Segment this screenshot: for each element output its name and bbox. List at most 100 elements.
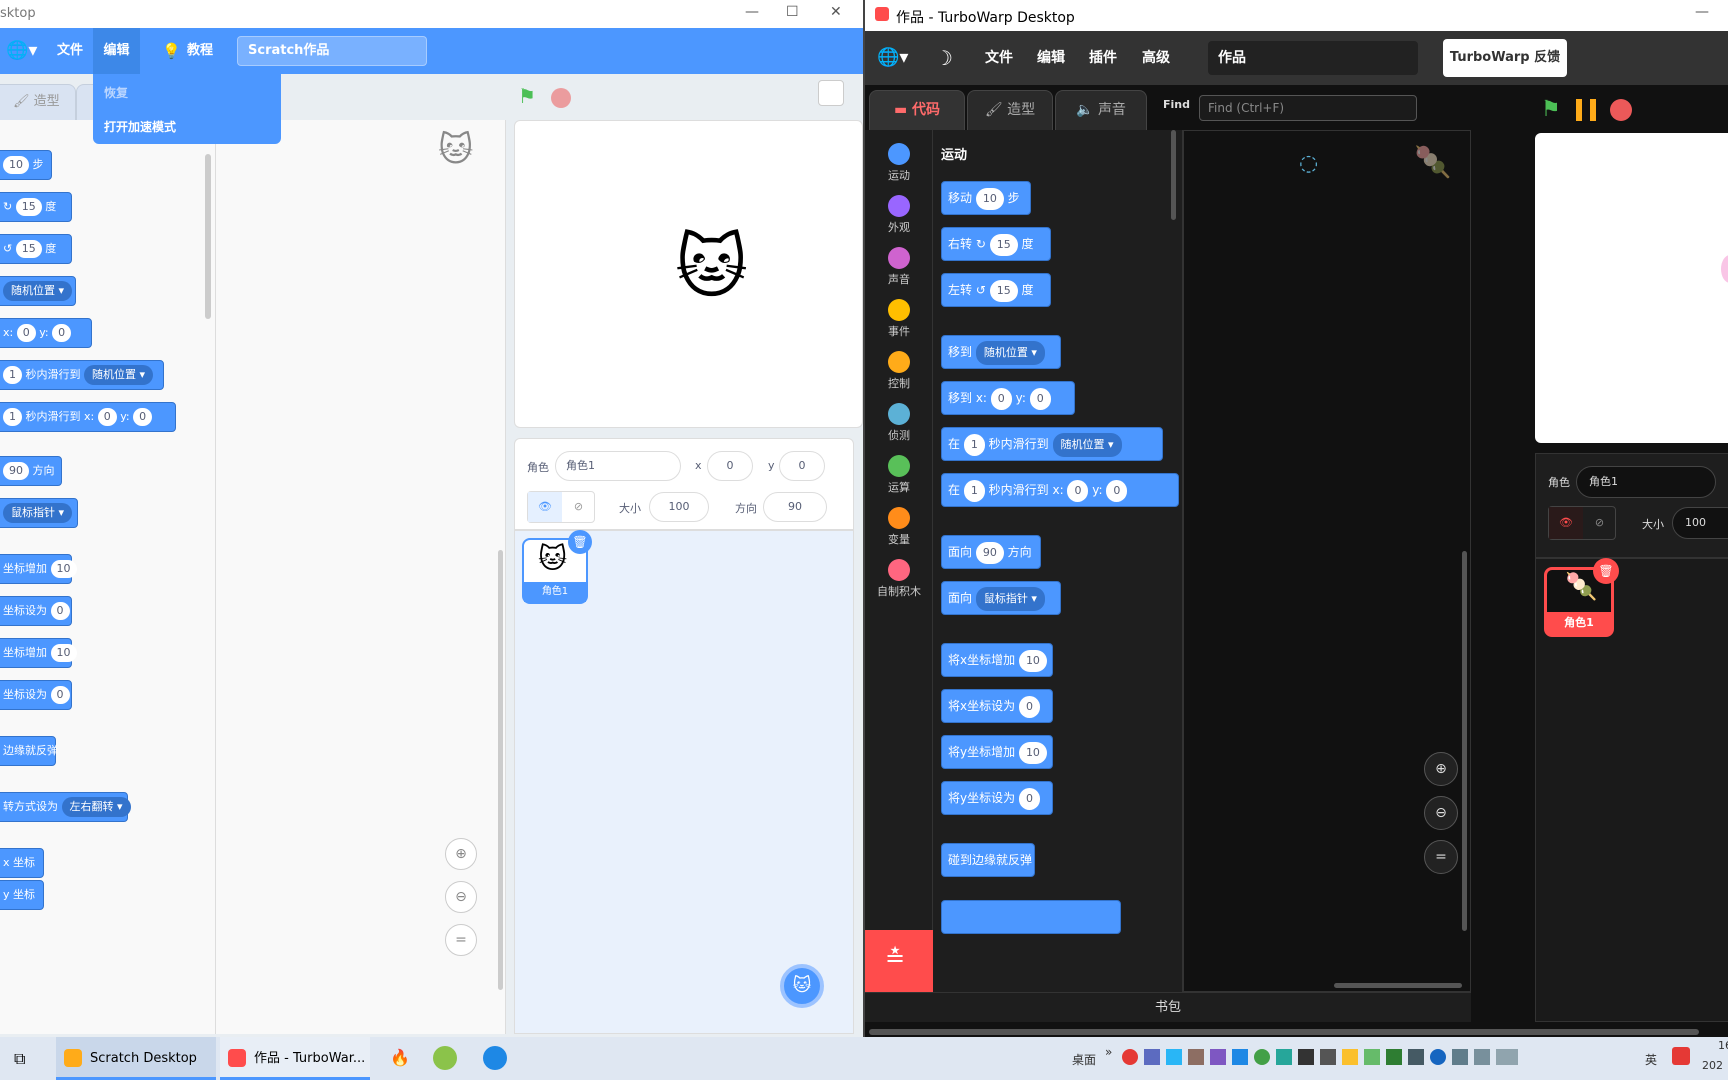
desktop-label[interactable]: 桌面 (1072, 1051, 1096, 1068)
block-change-x[interactable]: 将x坐标增加 10 (941, 643, 1053, 677)
tray-icon[interactable] (1232, 1049, 1248, 1065)
block-set-rotation-style[interactable] (941, 900, 1121, 934)
stop-icon[interactable] (1610, 99, 1632, 121)
menu-file[interactable]: 文件 (57, 28, 83, 74)
zoom-out-button[interactable]: ⊖ (1424, 796, 1458, 830)
zoom-reset-button[interactable]: = (1424, 840, 1458, 874)
block-glide-to-xy[interactable]: 在 1 秒内滑行到 x: 0 y: 0 (941, 473, 1179, 507)
add-extension-button[interactable]: ≛ (865, 930, 933, 992)
size-input[interactable]: 100 (649, 492, 709, 522)
dark-mode-moon-icon[interactable]: ☽ (935, 31, 953, 85)
block-input[interactable]: 0 (97, 408, 117, 426)
tray-icon[interactable] (1298, 1049, 1314, 1065)
folder-icon[interactable] (1342, 1049, 1358, 1065)
palette-block[interactable]: 1 秒内滑行到 x: 0 y: 0 (0, 402, 176, 432)
small-stage-button[interactable] (818, 80, 844, 106)
cat-sprite-icon[interactable]: 🐱 (675, 226, 748, 308)
toolbar-expand-icon[interactable]: » (1105, 1045, 1112, 1059)
menu-addons[interactable]: 插件 (1089, 31, 1117, 85)
block-input[interactable]: 10 (3, 156, 29, 174)
menu-edit[interactable]: 编辑 (93, 28, 140, 74)
zoom-in-button[interactable]: ⊕ (1424, 752, 1458, 786)
block-input[interactable]: 1 (3, 366, 22, 384)
sprite-tile[interactable]: 🍡 角色1 🗑 (1544, 558, 1619, 637)
block-input[interactable]: 90 (3, 462, 29, 480)
menu-edit[interactable]: 编辑 (1037, 31, 1065, 85)
block-go-to[interactable]: 移到 随机位置 ▾ (941, 335, 1061, 369)
minimize-button[interactable]: — (1695, 4, 1709, 20)
block-input[interactable]: 1 (3, 408, 22, 426)
show-eye-icon[interactable]: 👁 (1549, 507, 1583, 539)
palette-block[interactable]: 坐标设为 0 (0, 596, 72, 626)
tray-icon[interactable] (1386, 1049, 1402, 1065)
zoom-out-button[interactable]: ⊖ (445, 881, 477, 913)
clock-time[interactable]: 16 (1718, 1039, 1728, 1052)
backpack[interactable]: 书包 (865, 992, 1471, 1022)
tray-icon[interactable] (1408, 1049, 1424, 1065)
sprite-name-input[interactable]: 角色1 (555, 451, 681, 481)
block-input[interactable]: 0 (16, 324, 36, 342)
tray-icon[interactable] (1144, 1049, 1160, 1065)
ime-indicator[interactable]: 英 (1645, 1051, 1657, 1068)
task-view-icon[interactable]: ⧉ (14, 1049, 25, 1069)
palette-block[interactable]: x: 0 y: 0 (0, 318, 92, 348)
category-motion[interactable]: 运动 (865, 137, 933, 189)
tray-icon[interactable] (1254, 1049, 1270, 1065)
pen-icon[interactable] (1474, 1049, 1490, 1065)
palette-block[interactable]: 坐标增加 10 (0, 554, 77, 584)
palette-block[interactable]: 坐标增加 10 (0, 638, 77, 668)
block-move-steps[interactable]: 移动 10 步 (941, 181, 1031, 215)
minimize-button[interactable]: — (745, 4, 759, 20)
taskbar-app-turbowarp[interactable]: 作品 - TurboWar... (220, 1037, 370, 1080)
block-bounce-on-edge[interactable]: 碰到边缘就反弹 (941, 843, 1035, 877)
block-input[interactable]: 10 (50, 644, 77, 662)
show-eye-icon[interactable]: 👁 (528, 492, 562, 522)
workspace-hscrollbar[interactable] (1334, 983, 1462, 988)
block-turn-right[interactable]: 右转 ↻ 15 度 (941, 227, 1051, 261)
palette-scrollbar[interactable] (205, 154, 211, 319)
category-sound[interactable]: 声音 (865, 241, 933, 293)
tray-icon[interactable] (1452, 1049, 1468, 1065)
palette-block[interactable]: 鼠标指针 ▾ (0, 498, 78, 528)
palette-block[interactable]: 转方式设为 左右翻转 ▾ (0, 792, 131, 822)
tray-icon[interactable] (1430, 1049, 1446, 1065)
workspace-scrollbar[interactable] (1462, 551, 1467, 931)
block-point-towards[interactable]: 面向 鼠标指针 ▾ (941, 581, 1061, 615)
tray-icon[interactable] (1364, 1049, 1380, 1065)
close-button[interactable]: ✕ (830, 4, 842, 20)
zoom-reset-button[interactable]: = (445, 924, 477, 956)
hide-eye-icon[interactable]: ⊘ (562, 492, 595, 522)
ball-app-icon[interactable] (433, 1046, 457, 1070)
category-variables[interactable]: 变量 (865, 501, 933, 553)
y-input[interactable]: 0 (779, 451, 825, 481)
palette-scrollbar[interactable] (1171, 130, 1176, 220)
menu-advanced[interactable]: 高级 (1142, 31, 1170, 85)
feedback-button[interactable]: TurboWarp 反馈 (1443, 39, 1567, 77)
block-set-x[interactable]: 将x坐标设为 0 (941, 689, 1053, 723)
sprite-name-input[interactable]: 角色1 (1576, 466, 1716, 498)
palette-block[interactable]: 随机位置 ▾ (0, 276, 76, 306)
pause-icon[interactable] (1576, 99, 1596, 121)
tray-icon[interactable] (1188, 1049, 1204, 1065)
x-input[interactable]: 0 (707, 451, 753, 481)
palette-block[interactable]: x 坐标 (0, 848, 44, 878)
hide-eye-icon[interactable]: ⊘ (1583, 507, 1616, 539)
palette-block[interactable]: 90 方向 (0, 456, 62, 486)
delete-sprite-icon[interactable]: 🗑 (1593, 558, 1619, 584)
category-control[interactable]: 控制 (865, 345, 933, 397)
menu-tutorials[interactable]: 教程 (187, 28, 213, 74)
direction-input[interactable]: 90 (763, 492, 827, 522)
language-globe-icon[interactable]: 🌐▾ (6, 28, 37, 74)
menu-restore[interactable]: 恢复 (104, 84, 128, 101)
tab-costumes[interactable]: 🖌 造型 (967, 90, 1053, 130)
tab-sounds[interactable]: 🔈 声音 (1055, 90, 1147, 130)
palette-block[interactable]: 1 秒内滑行到 随机位置 ▾ (0, 360, 164, 390)
delete-sprite-icon[interactable]: 🗑 (568, 530, 592, 554)
sprite-on-stage[interactable] (1721, 255, 1728, 283)
category-my-blocks[interactable]: 自制积木 (865, 553, 933, 605)
block-dropdown[interactable]: 随机位置 ▾ (84, 365, 154, 385)
block-glide-to[interactable]: 在 1 秒内滑行到 随机位置 ▾ (941, 427, 1163, 461)
tray-icon[interactable] (1276, 1049, 1292, 1065)
zoom-in-button[interactable]: ⊕ (445, 838, 477, 870)
stage[interactable] (1535, 133, 1728, 443)
